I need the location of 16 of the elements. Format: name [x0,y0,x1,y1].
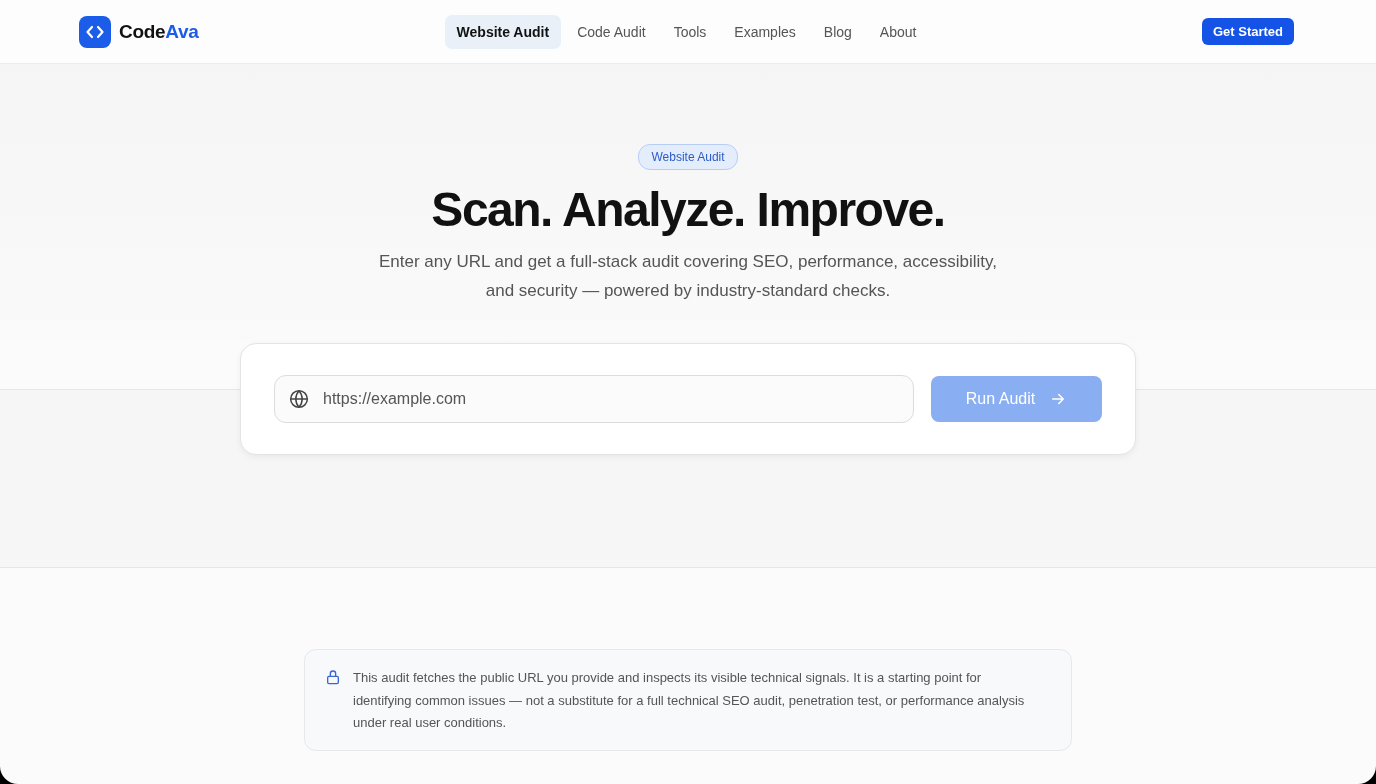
brand-name[interactable]: CodeAva [119,20,199,43]
nav-link[interactable]: Examples [722,14,808,49]
nav-link[interactable]: Tools [661,14,719,49]
hero-subtitle: Enter any URL and get a full-stack audit covering SEO, performance, accessibility, and security — powered by industry-standard checks. [378,251,998,302]
notice-text: This audit fetches the public URL you provide and inspects its visible technical signals. It is a starting point for identifying common issues — not a substitute for a full technical SEO audit, penetration test, or performance analysis under real user conditions. [353,669,1026,732]
nav-link[interactable]: Code Audit [565,14,658,49]
nav-link[interactable]: About [867,14,929,49]
nav-link[interactable]: Blog [811,14,864,49]
globe-icon [289,389,309,409]
hero-title: Scan. Analyze. Improve. [431,182,945,237]
get-started-button[interactable]: Get Started [1201,18,1294,45]
nav-link[interactable]: Website Audit [444,14,562,49]
code-logo-icon [79,15,111,48]
url-field[interactable]: https://example.com [274,375,914,423]
section-badge: Website Audit [638,144,738,170]
lock-icon [325,669,341,685]
